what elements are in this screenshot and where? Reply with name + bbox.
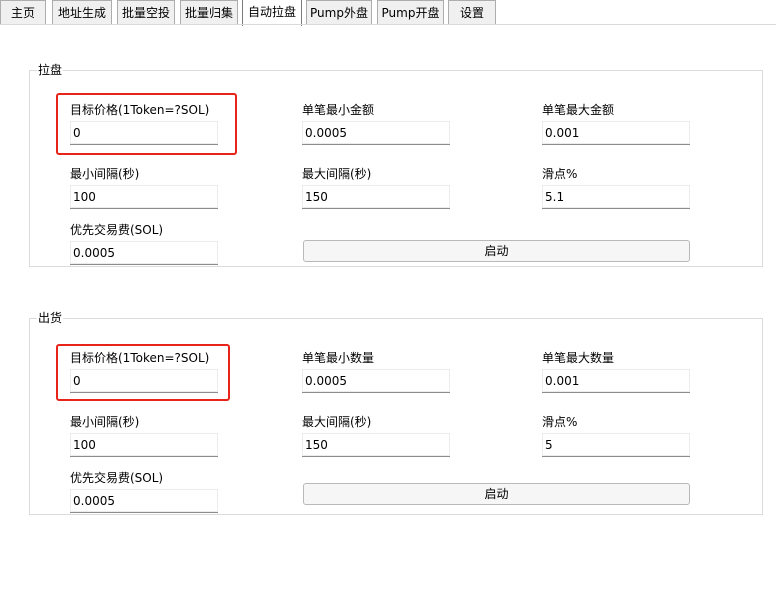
sell-min-interval-input[interactable] (70, 433, 218, 457)
pull-target-price-label: 目标价格(1Token=?SOL) (70, 103, 210, 117)
sell-start-button[interactable]: 启动 (303, 483, 690, 505)
pull-target-price-input[interactable] (70, 121, 218, 145)
pull-group-title: 拉盘 (37, 61, 64, 78)
pull-min-amount-input[interactable] (302, 121, 450, 145)
pull-min-interval-input[interactable] (70, 185, 218, 209)
sell-min-qty-input[interactable] (302, 369, 450, 393)
pull-min-amount-label: 单笔最小金额 (302, 103, 375, 117)
pull-max-interval-input[interactable] (302, 185, 450, 209)
sell-max-qty-label: 单笔最大数量 (542, 351, 615, 365)
pull-start-button[interactable]: 启动 (303, 240, 690, 262)
sell-priority-fee-input[interactable] (70, 489, 218, 513)
pull-min-interval-label: 最小间隔(秒) (70, 167, 140, 181)
sell-max-interval-label: 最大间隔(秒) (302, 415, 372, 429)
sell-min-interval-label: 最小间隔(秒) (70, 415, 140, 429)
tab-divider (0, 24, 776, 25)
sell-target-price-label: 目标价格(1Token=?SOL) (70, 351, 210, 365)
pull-max-interval-label: 最大间隔(秒) (302, 167, 372, 181)
sell-slippage-label: 滑点% (542, 415, 578, 429)
pull-slippage-label: 滑点% (542, 167, 578, 181)
tab-address-generate[interactable]: 地址生成 (52, 0, 112, 24)
sell-target-price-input[interactable] (70, 369, 218, 393)
tab-batch-collect[interactable]: 批量归集 (180, 0, 238, 24)
sell-max-qty-input[interactable] (542, 369, 690, 393)
tab-pump-external[interactable]: Pump外盘 (306, 0, 372, 24)
tab-home[interactable]: 主页 (0, 0, 46, 24)
pull-max-amount-input[interactable] (542, 121, 690, 145)
pull-priority-fee-label: 优先交易费(SOL) (70, 223, 164, 237)
sell-min-qty-label: 单笔最小数量 (302, 351, 375, 365)
tab-pump-open[interactable]: Pump开盘 (377, 0, 444, 24)
tab-bar: 主页 地址生成 批量空投 批量归集 自动拉盘 Pump外盘 Pump开盘 设置 (0, 0, 776, 26)
tab-batch-airdrop[interactable]: 批量空投 (117, 0, 175, 24)
tab-auto-pull[interactable]: 自动拉盘 (242, 0, 302, 26)
sell-max-interval-input[interactable] (302, 433, 450, 457)
pull-slippage-input[interactable] (542, 185, 690, 209)
pull-max-amount-label: 单笔最大金额 (542, 103, 615, 117)
sell-slippage-input[interactable] (542, 433, 690, 457)
sell-group-title: 出货 (37, 309, 64, 326)
sell-priority-fee-label: 优先交易费(SOL) (70, 471, 164, 485)
tab-settings[interactable]: 设置 (448, 0, 496, 24)
pull-priority-fee-input[interactable] (70, 241, 218, 265)
